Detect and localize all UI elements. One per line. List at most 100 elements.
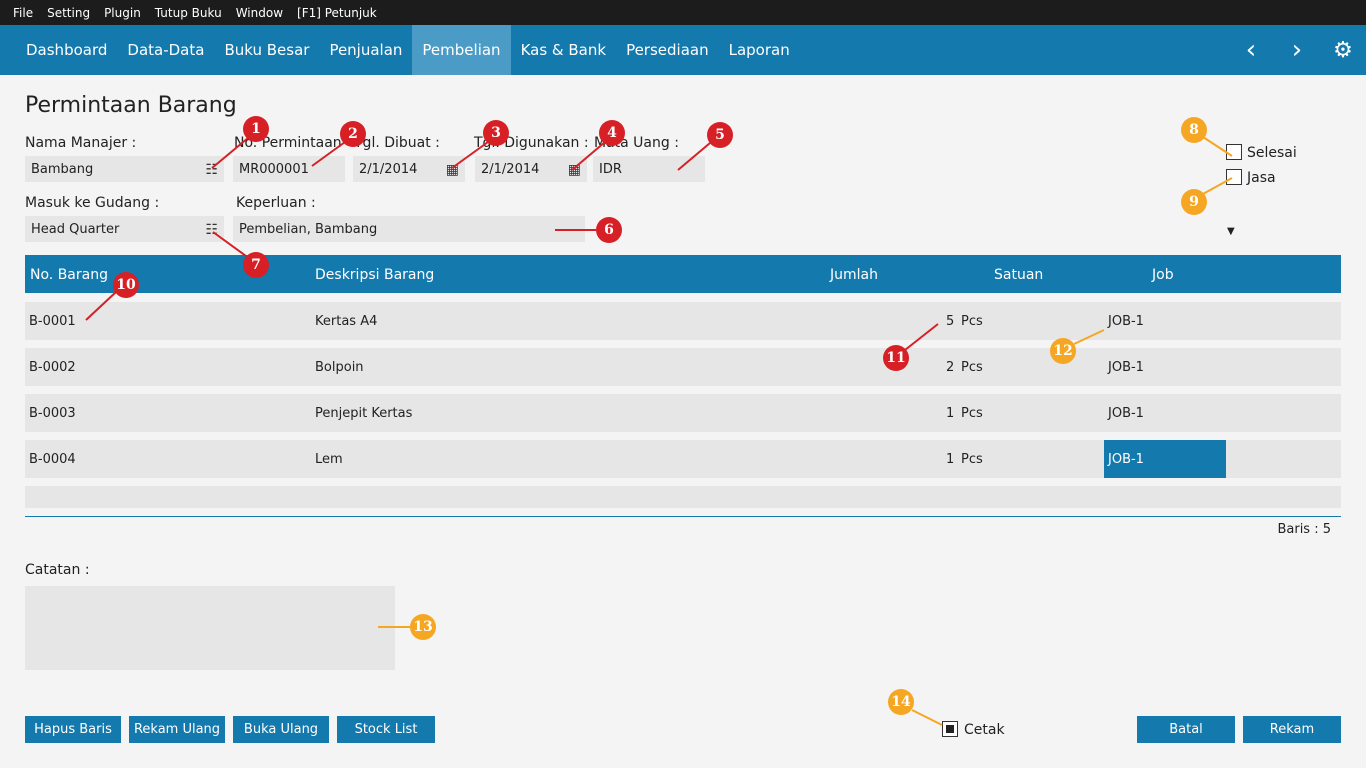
rekam-button[interactable]: Rekam bbox=[1243, 716, 1341, 743]
stock-list-button[interactable]: Stock List bbox=[337, 716, 435, 743]
menu-setting[interactable]: Setting bbox=[47, 6, 90, 20]
tab-laporan[interactable]: Laporan bbox=[719, 25, 800, 75]
created-date-value: 2/1/2014 bbox=[359, 161, 418, 177]
menu-window[interactable]: Window bbox=[236, 6, 283, 20]
callout-badge: 13 bbox=[410, 614, 436, 640]
cell-unit: Pcs bbox=[961, 314, 983, 329]
notes-label: Catatan : bbox=[25, 562, 90, 578]
request-no-value: MR000001 bbox=[239, 161, 309, 177]
back-arrow-icon[interactable]: ‹ bbox=[1228, 35, 1274, 65]
used-date-value: 2/1/2014 bbox=[481, 161, 540, 177]
table-row[interactable]: B-0003 Penjepit Kertas 1 Pcs JOB-1 bbox=[25, 394, 1341, 432]
calendar-icon[interactable]: ▦ bbox=[446, 162, 459, 178]
manager-label: Nama Manajer : bbox=[25, 135, 137, 151]
menu-bar: File Setting Plugin Tutup Buku Window [F… bbox=[0, 0, 1366, 25]
currency-field[interactable]: IDR bbox=[593, 156, 705, 182]
callout-badge: 4 bbox=[599, 120, 625, 146]
tab-data-data[interactable]: Data-Data bbox=[117, 25, 214, 75]
header-jumlah: Jumlah bbox=[830, 267, 878, 283]
callout-badge: 11 bbox=[883, 345, 909, 371]
page-title: Permintaan Barang bbox=[25, 93, 237, 118]
cell-job[interactable]: JOB-1 bbox=[1104, 302, 1144, 340]
cell-job-selected[interactable]: JOB-1 bbox=[1104, 440, 1226, 478]
selesai-checkbox[interactable] bbox=[1226, 144, 1242, 160]
cell-job[interactable]: JOB-1 bbox=[1104, 348, 1144, 386]
cell-no: B-0002 bbox=[29, 360, 76, 375]
warehouse-field[interactable]: Head Quarter ☷ bbox=[25, 216, 224, 242]
gear-icon[interactable]: ⚙ bbox=[1320, 38, 1366, 63]
table-row[interactable]: B-0004 Lem 1 Pcs JOB-1 bbox=[25, 440, 1341, 478]
menu-plugin[interactable]: Plugin bbox=[104, 6, 141, 20]
selesai-label: Selesai bbox=[1247, 145, 1297, 161]
callout-badge: 5 bbox=[707, 122, 733, 148]
callout-badge: 12 bbox=[1050, 338, 1076, 364]
table-row[interactable]: B-0001 Kertas A4 5 Pcs JOB-1 bbox=[25, 302, 1341, 340]
notes-textarea[interactable] bbox=[25, 586, 395, 670]
list-icon[interactable]: ☷ bbox=[205, 162, 218, 178]
purpose-value: Pembelian, Bambang bbox=[239, 221, 378, 237]
table-header: No. Barang Deskripsi Barang Jumlah Satua… bbox=[25, 255, 1341, 293]
header-satuan: Satuan bbox=[994, 267, 1044, 283]
warehouse-value: Head Quarter bbox=[31, 221, 120, 237]
buka-ulang-button[interactable]: Buka Ulang bbox=[233, 716, 329, 743]
warehouse-label: Masuk ke Gudang : bbox=[25, 195, 160, 211]
cell-desc: Kertas A4 bbox=[315, 314, 378, 329]
list-icon[interactable]: ☷ bbox=[205, 222, 218, 238]
tab-kas-bank[interactable]: Kas & Bank bbox=[511, 25, 617, 75]
batal-button[interactable]: Batal bbox=[1137, 716, 1235, 743]
callout-badge: 7 bbox=[243, 252, 269, 278]
cell-no: B-0001 bbox=[29, 314, 76, 329]
request-no-field[interactable]: MR000001 bbox=[233, 156, 345, 182]
jasa-label: Jasa bbox=[1247, 170, 1276, 186]
purpose-field[interactable]: Pembelian, Bambang bbox=[233, 216, 585, 242]
cell-unit: Pcs bbox=[961, 406, 983, 421]
header-no-barang: No. Barang bbox=[30, 267, 108, 283]
used-date-field[interactable]: 2/1/2014 ▦ bbox=[475, 156, 587, 182]
callout-badge: 1 bbox=[243, 116, 269, 142]
cell-desc: Lem bbox=[315, 452, 343, 467]
header-job: Job bbox=[1152, 267, 1174, 283]
manager-field[interactable]: Bambang ☷ bbox=[25, 156, 224, 182]
forward-arrow-icon[interactable]: › bbox=[1274, 35, 1320, 65]
callout-badge: 10 bbox=[113, 272, 139, 298]
cell-job[interactable]: JOB-1 bbox=[1104, 394, 1144, 432]
table-row[interactable]: B-0002 Bolpoin 2 Pcs JOB-1 bbox=[25, 348, 1341, 386]
cell-qty: 2 bbox=[946, 360, 955, 375]
dropdown-arrow-icon[interactable]: ▼ bbox=[1227, 226, 1235, 237]
callout-badge: 14 bbox=[888, 689, 914, 715]
row-count: Baris : 5 bbox=[1277, 522, 1331, 537]
calendar-icon[interactable]: ▦ bbox=[568, 162, 581, 178]
created-date-label: Tgl. Dibuat : bbox=[354, 135, 440, 151]
table-divider bbox=[25, 516, 1341, 517]
tab-pembelian[interactable]: Pembelian bbox=[412, 25, 511, 75]
callout-badge: 2 bbox=[340, 121, 366, 147]
created-date-field[interactable]: 2/1/2014 ▦ bbox=[353, 156, 465, 182]
menu-file[interactable]: File bbox=[13, 6, 33, 20]
cell-unit: Pcs bbox=[961, 360, 983, 375]
cell-desc: Bolpoin bbox=[315, 360, 364, 375]
menu-petunjuk[interactable]: [F1] Petunjuk bbox=[297, 6, 377, 20]
callout-badge: 8 bbox=[1181, 117, 1207, 143]
jasa-checkbox[interactable] bbox=[1226, 169, 1242, 185]
callout-badge: 3 bbox=[483, 120, 509, 146]
tab-persediaan[interactable]: Persediaan bbox=[616, 25, 719, 75]
cell-desc: Penjepit Kertas bbox=[315, 406, 413, 421]
callout-badge: 9 bbox=[1181, 189, 1207, 215]
cetak-checkbox[interactable] bbox=[942, 721, 958, 737]
cetak-label: Cetak bbox=[964, 722, 1005, 738]
rekam-ulang-button[interactable]: Rekam Ulang bbox=[129, 716, 225, 743]
menu-tutup-buku[interactable]: Tutup Buku bbox=[155, 6, 222, 20]
manager-value: Bambang bbox=[31, 161, 94, 177]
header-deskripsi: Deskripsi Barang bbox=[315, 267, 435, 283]
hapus-baris-button[interactable]: Hapus Baris bbox=[25, 716, 121, 743]
tab-dashboard[interactable]: Dashboard bbox=[16, 25, 117, 75]
currency-value: IDR bbox=[599, 161, 622, 177]
cell-unit: Pcs bbox=[961, 452, 983, 467]
tab-buku-besar[interactable]: Buku Besar bbox=[214, 25, 319, 75]
cell-no: B-0004 bbox=[29, 452, 76, 467]
tab-penjualan[interactable]: Penjualan bbox=[319, 25, 412, 75]
cell-qty: 1 bbox=[946, 406, 955, 421]
callout-badge: 6 bbox=[596, 217, 622, 243]
main-nav: Dashboard Data-Data Buku Besar Penjualan… bbox=[0, 25, 1366, 75]
table-row-empty[interactable] bbox=[25, 486, 1341, 508]
